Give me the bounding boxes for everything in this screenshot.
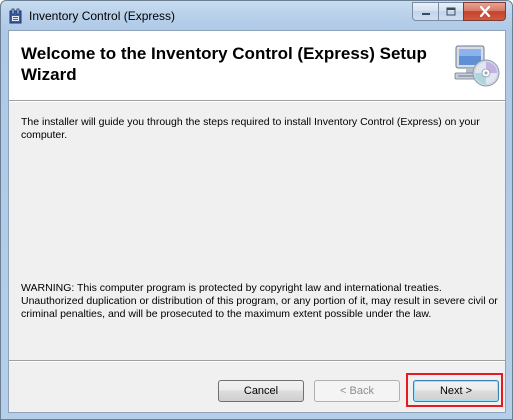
wizard-header: Welcome to the Inventory Control (Expres…: [9, 31, 505, 101]
title-bar[interactable]: Inventory Control (Express): [1, 1, 512, 31]
wizard-client-area: Welcome to the Inventory Control (Expres…: [8, 30, 506, 413]
cancel-button[interactable]: Cancel: [218, 380, 304, 402]
computer-cd-icon: [454, 45, 500, 87]
back-button: < Back: [314, 380, 400, 402]
setup-wizard-window: Inventory Control (Express) Welcome to t…: [0, 0, 513, 420]
close-button[interactable]: [463, 2, 506, 21]
wizard-title: Welcome to the Inventory Control (Expres…: [21, 44, 427, 84]
minimize-button[interactable]: [412, 2, 438, 21]
caption-buttons: [412, 2, 506, 21]
intro-text: The installer will guide you through the…: [21, 116, 480, 141]
header-separator: [9, 101, 505, 102]
copyright-warning: WARNING: This computer program is protec…: [21, 282, 498, 320]
close-icon: [479, 6, 490, 17]
next-button[interactable]: Next >: [413, 380, 499, 402]
installer-app-icon: [9, 8, 22, 24]
minimize-icon: [421, 12, 430, 15]
maximize-button[interactable]: [438, 2, 463, 21]
maximize-icon: [446, 7, 456, 16]
footer-separator-highlight: [9, 361, 505, 362]
window-title: Inventory Control (Express): [29, 9, 176, 23]
